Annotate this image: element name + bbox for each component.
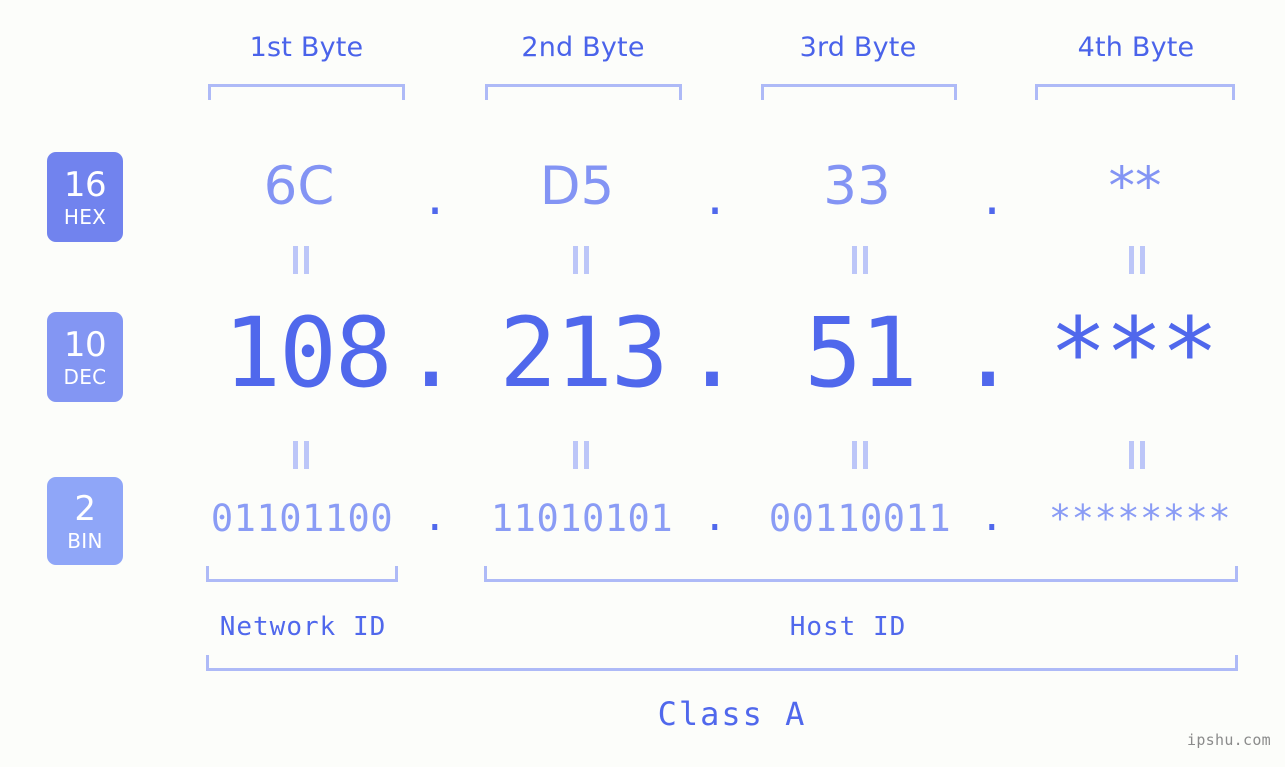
byte-header-3: 3rd Byte — [799, 32, 917, 63]
byte-bracket-1 — [208, 84, 405, 100]
dec-separator-2: . — [683, 297, 741, 409]
hex-separator-1: . — [426, 166, 444, 227]
bin-byte-3: 00110011 — [768, 497, 952, 540]
bin-byte-1: 01101100 — [210, 497, 394, 540]
bin-value-row: 01101100 . 11010101 . 00110011 . *******… — [0, 494, 1285, 550]
byte-bracket-2 — [485, 84, 682, 100]
equals-mark-dec-bin-4 — [1122, 441, 1152, 469]
hex-value-row: 6C . D5 . 33 . ** — [0, 156, 1285, 227]
equals-mark-hex-dec-1 — [286, 246, 316, 274]
equals-mark-hex-dec-2 — [566, 246, 596, 274]
dec-byte-4: *** — [1049, 297, 1218, 409]
byte-bracket-4 — [1035, 84, 1235, 100]
hex-separator-2: . — [706, 166, 724, 227]
byte-header-1: 1st Byte — [249, 32, 364, 63]
network-id-bracket — [206, 566, 398, 582]
class-bracket — [206, 655, 1238, 671]
hex-separator-3: . — [983, 166, 1001, 227]
bin-separator-1: . — [422, 494, 448, 540]
hex-byte-3: 33 — [823, 156, 891, 217]
equals-mark-hex-dec-4 — [1122, 246, 1152, 274]
class-label: Class A — [657, 695, 807, 733]
byte-header-2: 2nd Byte — [521, 32, 645, 63]
byte-header-4: 4th Byte — [1077, 32, 1195, 63]
dec-separator-3: . — [959, 297, 1017, 409]
host-id-bracket — [484, 566, 1238, 582]
byte-bracket-3 — [761, 84, 957, 100]
dec-byte-3: 51 — [804, 297, 918, 409]
dec-separator-1: . — [402, 297, 460, 409]
watermark: ipshu.com — [1187, 731, 1271, 749]
bin-separator-3: . — [979, 494, 1005, 540]
equals-mark-hex-dec-3 — [845, 246, 875, 274]
network-id-label: Network ID — [219, 612, 387, 642]
bin-separator-2: . — [702, 494, 728, 540]
equals-mark-dec-bin-1 — [286, 441, 316, 469]
hex-byte-1: 6C — [263, 156, 335, 217]
hex-byte-2: D5 — [539, 156, 615, 217]
diagram-canvas: 1st Byte 2nd Byte 3rd Byte 4th Byte 16 H… — [0, 0, 1285, 767]
dec-value-row: 108 . 213 . 51 . *** — [0, 305, 1285, 415]
bin-byte-2: 11010101 — [490, 497, 674, 540]
equals-mark-dec-bin-2 — [566, 441, 596, 469]
bin-byte-4: ******** — [1048, 497, 1232, 540]
host-id-label: Host ID — [789, 612, 907, 642]
equals-mark-dec-bin-3 — [845, 441, 875, 469]
dec-byte-1: 108 — [223, 297, 392, 409]
dec-byte-2: 213 — [499, 297, 668, 409]
hex-byte-4: ** — [1108, 156, 1162, 217]
